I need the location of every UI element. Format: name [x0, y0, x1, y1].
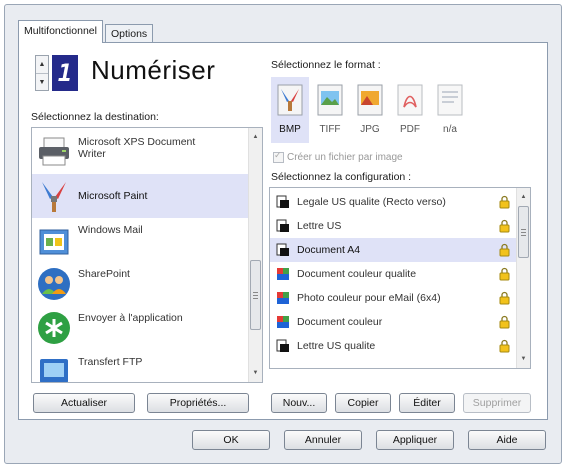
ok-button[interactable]: OK [192, 430, 270, 450]
format-label-tiff: TIFF [319, 124, 341, 135]
scroll-down-icon[interactable]: ▼ [517, 352, 530, 366]
lock-icon [499, 291, 510, 305]
spin-down-icon[interactable]: ▼ [36, 74, 48, 91]
checkbox-box[interactable] [273, 150, 284, 163]
new-button[interactable]: Nouv... [271, 393, 327, 413]
format-bmp[interactable]: BMP [271, 77, 309, 143]
config-item[interactable]: Photo couleur pour eMail (6x4) [270, 286, 516, 310]
button-counter-display: 1 [52, 55, 78, 91]
tab-multifonctionnel[interactable]: Multifonctionnel [18, 20, 103, 43]
config-label: Photo couleur pour eMail (6x4) [297, 292, 441, 304]
checkbox-label: Créer un fichier par image [287, 152, 403, 163]
format-label-bmp: BMP [279, 124, 301, 135]
paint-brush-icon [42, 182, 66, 212]
destination-label-sharepoint: SharePoint [78, 268, 130, 280]
destination-item-send-app[interactable]: Envoyer à l'application [32, 306, 248, 350]
bw-document-icon [276, 219, 289, 232]
bmp-icon [277, 84, 303, 116]
edit-button[interactable]: Éditer [399, 393, 455, 413]
tab-bar: Multifonctionnel Options [18, 20, 155, 43]
tab-options[interactable]: Options [104, 24, 154, 42]
destination-label-send-app: Envoyer à l'application [78, 312, 183, 324]
tiff-icon [317, 84, 343, 116]
tab-panel: ▲ ▼ 1 Numériser Sélectionnez la destinat… [18, 42, 548, 420]
configuration-list[interactable]: Legale US qualite (Recto verso) Lettre U… [269, 187, 531, 369]
config-label: Lettre US qualite [297, 340, 376, 352]
format-pdf[interactable]: PDF [391, 77, 429, 143]
format-label: Sélectionnez le format : [271, 59, 381, 71]
properties-button[interactable]: Propriétés... [147, 393, 249, 413]
scroll-thumb[interactable] [250, 260, 261, 330]
format-tiff[interactable]: TIFF [311, 77, 349, 143]
cancel-button[interactable]: Annuler [284, 430, 362, 450]
config-label: Document A4 [297, 244, 361, 256]
format-label-pdf: PDF [400, 124, 420, 135]
destination-label-ftp: Transfert FTP [78, 356, 143, 368]
lock-icon [499, 195, 510, 209]
bw-document-icon [276, 339, 289, 352]
config-item-selected[interactable]: Document A4 [270, 238, 516, 262]
configuration-scrollbar[interactable]: ▲ ▼ [516, 188, 530, 368]
destination-label-windows-mail: Windows Mail [78, 224, 143, 236]
destination-label: Sélectionnez la destination: [31, 111, 159, 123]
scroll-up-icon[interactable]: ▲ [249, 130, 262, 144]
help-button[interactable]: Aide [468, 430, 546, 450]
one-file-per-image-checkbox[interactable]: Créer un fichier par image [273, 150, 403, 163]
format-na[interactable]: n/a [431, 77, 469, 143]
destination-item-ftp[interactable]: Transfert FTP [32, 350, 248, 382]
lock-icon [499, 219, 510, 233]
people-icon [38, 268, 70, 300]
ftp-icon [40, 359, 68, 382]
destination-list[interactable]: Microsoft XPS Document Writer Microsoft … [31, 127, 263, 383]
format-label-na: n/a [443, 124, 457, 135]
color-document-icon [277, 268, 289, 280]
config-label: Document couleur qualite [297, 268, 417, 280]
destination-scrollbar[interactable]: ▲ ▼ [248, 128, 262, 382]
scan-title: Numériser [91, 55, 216, 85]
bw-document-icon [276, 243, 289, 256]
printer-icon [39, 137, 69, 166]
config-label: Legale US qualite (Recto verso) [297, 196, 446, 208]
copy-button[interactable]: Copier [335, 393, 391, 413]
bw-document-icon [276, 195, 289, 208]
config-item[interactable]: Legale US qualite (Recto verso) [270, 190, 516, 214]
scroll-up-icon[interactable]: ▲ [517, 190, 530, 204]
jpg-icon [357, 84, 383, 116]
config-label: Document couleur [297, 316, 383, 328]
config-item[interactable]: Lettre US qualite [270, 334, 516, 358]
destination-item-xps[interactable]: Microsoft XPS Document Writer [32, 130, 248, 174]
scroll-down-icon[interactable]: ▼ [249, 366, 262, 380]
mail-icon [39, 229, 69, 255]
spin-up-icon[interactable]: ▲ [36, 56, 48, 74]
text-format-icon [437, 84, 463, 116]
send-app-icon [38, 312, 70, 344]
lock-icon [499, 243, 510, 257]
config-item[interactable]: Document couleur qualite [270, 262, 516, 286]
color-document-icon [277, 292, 289, 304]
counter-spinner[interactable]: ▲ ▼ [35, 55, 49, 91]
configuration-label: Sélectionnez la configuration : [271, 171, 412, 183]
scroll-thumb[interactable] [518, 206, 529, 258]
format-label-jpg: JPG [360, 124, 380, 135]
lock-icon [499, 267, 510, 281]
lock-icon [499, 339, 510, 353]
config-item[interactable]: Lettre US [270, 214, 516, 238]
format-jpg[interactable]: JPG [351, 77, 389, 143]
color-document-icon [277, 316, 289, 328]
destination-label-paint: Microsoft Paint [78, 190, 148, 202]
destination-item-sharepoint[interactable]: SharePoint [32, 262, 248, 306]
apply-button[interactable]: Appliquer [376, 430, 454, 450]
pdf-icon [397, 84, 423, 116]
destination-item-paint[interactable]: Microsoft Paint [32, 174, 248, 218]
config-item[interactable]: Document couleur [270, 310, 516, 334]
refresh-button[interactable]: Actualiser [33, 393, 135, 413]
destination-label-xps: Microsoft XPS Document Writer [78, 136, 196, 160]
config-label: Lettre US [297, 220, 342, 232]
destination-item-windows-mail[interactable]: Windows Mail [32, 218, 248, 262]
lock-icon [499, 315, 510, 329]
delete-button[interactable]: Supprimer [463, 393, 531, 413]
